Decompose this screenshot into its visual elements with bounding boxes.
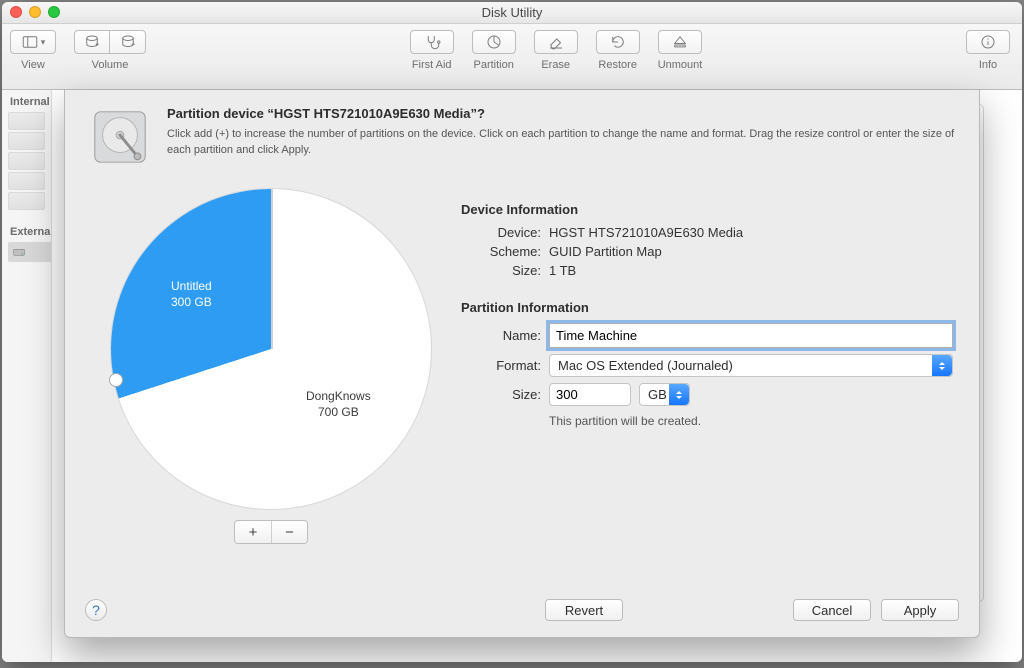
info-icon (979, 33, 997, 51)
titlebar: Disk Utility (2, 2, 1022, 24)
partition-size-input[interactable] (549, 383, 631, 406)
add-volume-button[interactable] (74, 30, 110, 54)
cancel-button[interactable]: Cancel (793, 599, 871, 621)
disk-utility-window: Disk Utility ▾ View Volume (2, 2, 1022, 662)
sidebar-disk-item[interactable] (8, 152, 45, 170)
revert-button[interactable]: Revert (545, 599, 623, 621)
unmount-button[interactable] (658, 30, 702, 54)
help-button[interactable]: ? (85, 599, 107, 621)
partition-resize-handle[interactable] (109, 373, 123, 387)
main-area: Internal External (2, 90, 1022, 662)
partition-sheet: Partition device “HGST HTS721010A9E630 M… (64, 90, 980, 638)
device-info-heading: Device Information (461, 202, 953, 217)
window-title: Disk Utility (482, 5, 543, 20)
external-disk-icon (11, 244, 27, 260)
toolbar-label: Unmount (658, 59, 703, 71)
toolbar-label: Volume (92, 59, 129, 71)
sheet-heading: Partition device “HGST HTS721010A9E630 M… (167, 106, 955, 121)
hard-disk-icon (89, 106, 151, 168)
sidebar-disk-item[interactable] (8, 112, 45, 130)
pie-slice-label: Untitled 300 GB (171, 279, 212, 310)
chevron-updown-icon (669, 384, 689, 405)
pie-slice-label: DongKnows 700 GB (306, 389, 371, 420)
erase-button[interactable] (534, 30, 578, 54)
sidebar-icon (21, 33, 39, 51)
sidebar-section-external: External (2, 220, 51, 240)
partition-pie-chart[interactable]: Untitled 300 GB DongKnows 700 GB (110, 188, 432, 510)
size-value: 1 TB (549, 263, 576, 278)
device-label: Device: (461, 225, 541, 240)
partition-button[interactable] (472, 30, 516, 54)
name-label: Name: (461, 328, 541, 343)
toolbar-label: First Aid (412, 59, 452, 71)
eject-icon (671, 33, 689, 51)
partition-note: This partition will be created. (549, 414, 953, 428)
window-controls (10, 6, 60, 18)
minimize-window-button[interactable] (29, 6, 41, 18)
partition-add-remove: + − (234, 520, 308, 544)
chevron-updown-icon (932, 355, 952, 376)
add-partition-button[interactable]: + (235, 521, 271, 543)
sidebar-disk-item[interactable] (8, 192, 45, 210)
close-window-button[interactable] (10, 6, 22, 18)
partition-icon (485, 33, 503, 51)
toolbar-label: View (21, 59, 45, 71)
sidebar-disk-item-selected[interactable] (8, 242, 51, 262)
format-label: Format: (461, 358, 541, 373)
first-aid-button[interactable] (410, 30, 454, 54)
partition-info-heading: Partition Information (461, 300, 953, 315)
info-button[interactable] (966, 30, 1010, 54)
format-select[interactable]: Mac OS Extended (Journaled) (549, 354, 953, 377)
view-button[interactable]: ▾ (10, 30, 56, 54)
volume-remove-icon (119, 33, 137, 51)
apply-button[interactable]: Apply (881, 599, 959, 621)
partition-name-input[interactable] (549, 323, 953, 348)
restore-icon (609, 33, 627, 51)
device-value: HGST HTS721010A9E630 Media (549, 225, 743, 240)
size-unit-select[interactable]: GB (639, 383, 690, 406)
toolbar-label: Erase (541, 59, 570, 71)
zoom-window-button[interactable] (48, 6, 60, 18)
scheme-value: GUID Partition Map (549, 244, 662, 259)
restore-button[interactable] (596, 30, 640, 54)
stethoscope-icon (423, 33, 441, 51)
toolbar-label: Partition (474, 59, 514, 71)
sidebar: Internal External (2, 90, 52, 662)
sheet-subtext: Click add (+) to increase the number of … (167, 127, 955, 159)
toolbar-label: Info (979, 59, 997, 71)
toolbar: ▾ View Volume First Aid (2, 24, 1022, 90)
erase-icon (547, 33, 565, 51)
remove-volume-button[interactable] (110, 30, 146, 54)
sidebar-section-internal: Internal (2, 90, 51, 110)
scheme-label: Scheme: (461, 244, 541, 259)
remove-partition-button[interactable]: − (271, 521, 307, 543)
toolbar-label: Restore (598, 59, 637, 71)
volume-add-icon (83, 33, 101, 51)
sidebar-disk-item[interactable] (8, 172, 45, 190)
partition-size-label: Size: (461, 387, 541, 402)
size-label: Size: (461, 263, 541, 278)
sidebar-disk-item[interactable] (8, 132, 45, 150)
